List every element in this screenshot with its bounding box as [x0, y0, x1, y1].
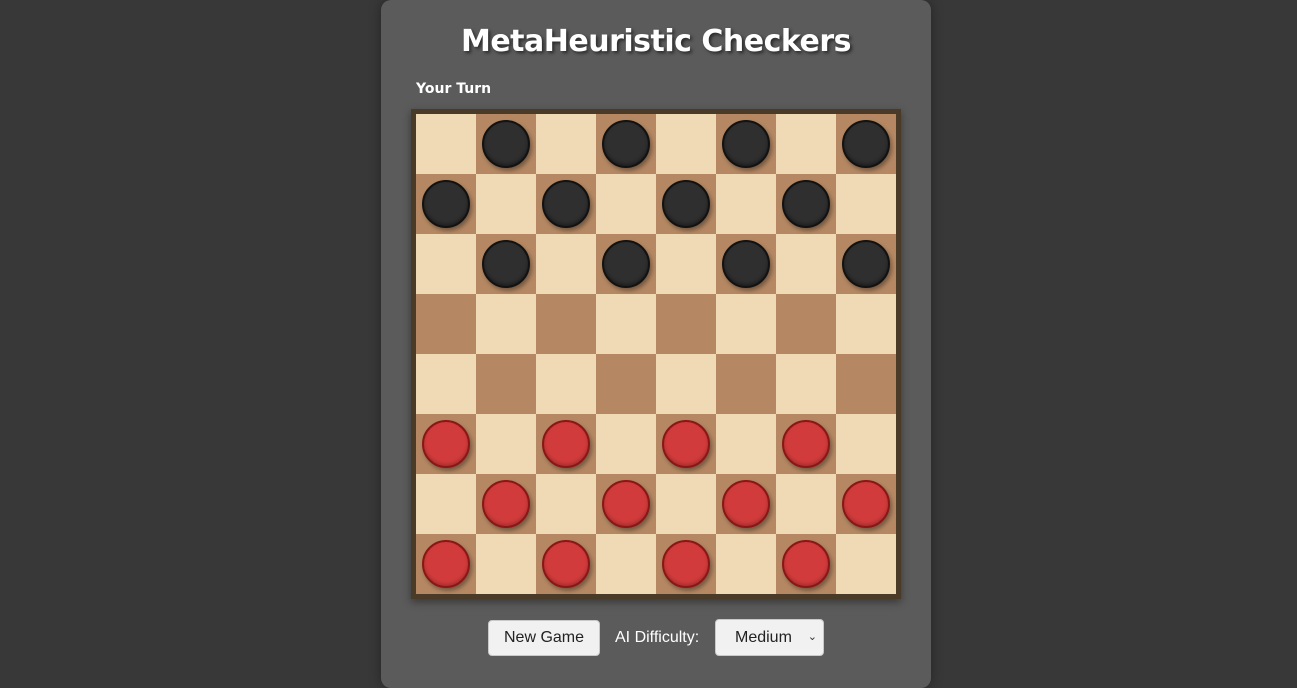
board-square	[596, 414, 656, 474]
chevron-down-icon: ⌄	[807, 631, 817, 643]
page-title: MetaHeuristic Checkers	[460, 24, 852, 59]
board-square[interactable]	[776, 294, 836, 354]
board-square	[656, 354, 716, 414]
board-square	[776, 354, 836, 414]
board-square[interactable]	[776, 414, 836, 474]
board-square	[416, 474, 476, 534]
board-square[interactable]	[476, 354, 536, 414]
black-piece[interactable]	[722, 240, 770, 288]
red-piece[interactable]	[722, 480, 770, 528]
board-square[interactable]	[416, 414, 476, 474]
board-square	[596, 294, 656, 354]
board-square	[716, 534, 776, 594]
black-piece[interactable]	[842, 120, 890, 168]
board-square[interactable]	[536, 414, 596, 474]
board-square[interactable]	[536, 174, 596, 234]
red-piece[interactable]	[422, 420, 470, 468]
board-square	[716, 174, 776, 234]
board-square[interactable]	[836, 114, 896, 174]
board-square[interactable]	[656, 174, 716, 234]
black-piece[interactable]	[782, 180, 830, 228]
board-square	[836, 294, 896, 354]
black-piece[interactable]	[662, 180, 710, 228]
board-square[interactable]	[776, 534, 836, 594]
red-piece[interactable]	[542, 540, 590, 588]
red-piece[interactable]	[662, 540, 710, 588]
board-square	[596, 534, 656, 594]
red-piece[interactable]	[542, 420, 590, 468]
board-square	[656, 114, 716, 174]
game-panel: MetaHeuristic Checkers Your Turn New Gam…	[381, 0, 931, 688]
board-square	[776, 474, 836, 534]
black-piece[interactable]	[602, 120, 650, 168]
black-piece[interactable]	[542, 180, 590, 228]
board-square	[596, 174, 656, 234]
board-square	[416, 114, 476, 174]
difficulty-value: Medium	[735, 629, 792, 646]
board-square	[836, 414, 896, 474]
board-square	[536, 234, 596, 294]
board-square[interactable]	[656, 534, 716, 594]
turn-status: Your Turn	[416, 81, 492, 97]
checkers-board	[411, 109, 901, 599]
board-square[interactable]	[836, 354, 896, 414]
board-square[interactable]	[716, 114, 776, 174]
board-square	[716, 414, 776, 474]
board-square	[656, 234, 716, 294]
black-piece[interactable]	[602, 240, 650, 288]
difficulty-label: AI Difficulty:	[615, 629, 700, 646]
board-square[interactable]	[836, 234, 896, 294]
board-square[interactable]	[596, 354, 656, 414]
board-square	[416, 234, 476, 294]
board-square[interactable]	[596, 234, 656, 294]
black-piece[interactable]	[722, 120, 770, 168]
board-square[interactable]	[476, 114, 536, 174]
board-square[interactable]	[836, 474, 896, 534]
board-square	[836, 534, 896, 594]
board-square	[416, 354, 476, 414]
red-piece[interactable]	[422, 540, 470, 588]
board-square	[476, 294, 536, 354]
red-piece[interactable]	[842, 480, 890, 528]
board-square	[536, 354, 596, 414]
board-square[interactable]	[536, 534, 596, 594]
board-square[interactable]	[476, 234, 536, 294]
board-square[interactable]	[596, 474, 656, 534]
controls-bar: New Game AI Difficulty: Medium ⌄	[381, 619, 931, 657]
red-piece[interactable]	[482, 480, 530, 528]
board-square[interactable]	[416, 294, 476, 354]
board-square[interactable]	[416, 534, 476, 594]
red-piece[interactable]	[662, 420, 710, 468]
board-square	[656, 474, 716, 534]
board-square	[776, 234, 836, 294]
board-square[interactable]	[716, 234, 776, 294]
board-square[interactable]	[776, 174, 836, 234]
board-square	[776, 114, 836, 174]
board-square	[536, 474, 596, 534]
board-square	[476, 174, 536, 234]
board-square[interactable]	[716, 354, 776, 414]
black-piece[interactable]	[482, 240, 530, 288]
board-square[interactable]	[536, 294, 596, 354]
board-square[interactable]	[476, 474, 536, 534]
black-piece[interactable]	[422, 180, 470, 228]
board-square	[716, 294, 776, 354]
red-piece[interactable]	[782, 540, 830, 588]
difficulty-select[interactable]: Medium ⌄	[715, 619, 824, 656]
black-piece[interactable]	[842, 240, 890, 288]
board-square	[536, 114, 596, 174]
board-square	[476, 414, 536, 474]
board-square[interactable]	[416, 174, 476, 234]
board-square	[836, 174, 896, 234]
new-game-button[interactable]: New Game	[488, 620, 600, 656]
black-piece[interactable]	[482, 120, 530, 168]
board-square[interactable]	[596, 114, 656, 174]
board-square[interactable]	[656, 414, 716, 474]
red-piece[interactable]	[782, 420, 830, 468]
board-square[interactable]	[656, 294, 716, 354]
red-piece[interactable]	[602, 480, 650, 528]
board-square[interactable]	[716, 474, 776, 534]
board-square	[476, 534, 536, 594]
